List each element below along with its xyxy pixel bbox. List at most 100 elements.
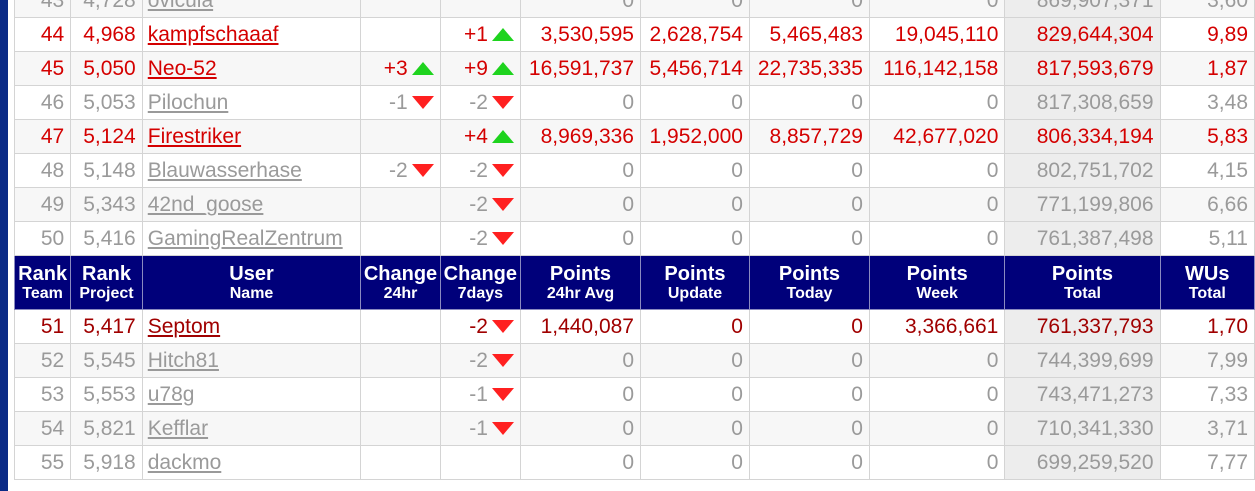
points-total-cell: 817,593,679 (1004, 51, 1161, 86)
column-header-points-total[interactable]: Points Total (1004, 255, 1161, 310)
points-total-cell: 743,471,273 (1004, 377, 1161, 412)
points-update-cell: 0 (640, 343, 750, 378)
column-header-rank-project[interactable]: Rank Project (70, 255, 143, 310)
points-24hr-avg-cell: 0 (519, 377, 642, 412)
user-name-link[interactable]: Neo-52 (148, 57, 217, 80)
user-name-cell: dackmo (141, 445, 362, 480)
column-header-wus-total[interactable]: WUs Total (1159, 255, 1255, 310)
wus-total-cell: 3,60 (1159, 0, 1255, 18)
rank-change-value: -1 (389, 90, 408, 114)
points-24hr-avg-cell: 0 (519, 221, 642, 256)
rank-change: -1 (469, 383, 514, 407)
column-header-subtitle: 24hr Avg (546, 284, 615, 302)
table-row: 50 5,416 GamingRealZentrum -2 0 0 0 0 761,387,49… (13, 221, 1255, 256)
column-header-points-week[interactable]: Points Week (868, 255, 1006, 310)
user-name-link[interactable]: Firestriker (148, 125, 241, 148)
column-header-points-update[interactable]: Points Update (640, 255, 750, 310)
wus-total-cell: 3,48 (1159, 85, 1255, 120)
rank-change: -2 (389, 159, 434, 183)
rank-project-cell: 4,728 (70, 0, 143, 18)
rank-change: +3 (384, 57, 434, 81)
user-name-link[interactable]: Kefflar (148, 417, 208, 440)
user-stats-table-container: 43 4,728 ovicula 0 0 0 0 869,907,371 3,60 44 4,968… (13, 0, 1255, 480)
rank-team-cell: 48 (13, 153, 72, 188)
points-update-cell: 0 (640, 445, 750, 480)
points-total-cell: 699,259,520 (1004, 445, 1161, 480)
change-7days-cell: +4 (439, 119, 521, 154)
rank-team-cell: 47 (13, 119, 72, 154)
user-name-link[interactable]: dackmo (148, 451, 222, 474)
wus-total-cell: 7,99 (1159, 343, 1255, 378)
points-24hr-avg-cell: 0 (519, 0, 642, 18)
column-header-title: Change (363, 262, 438, 285)
change-24hr-cell: -1 (360, 85, 441, 120)
rank-project-cell: 4,968 (70, 17, 143, 52)
rank-team-cell: 45 (13, 51, 72, 86)
points-week-cell: 0 (868, 187, 1006, 222)
rank-change-value: -2 (389, 158, 408, 182)
user-name-link[interactable]: kampfschaaaf (148, 23, 279, 46)
rank-team-cell: 44 (13, 17, 72, 52)
points-24hr-avg-cell: 0 (519, 411, 642, 446)
arrow-down-icon (491, 320, 514, 333)
points-today-cell: 0 (748, 377, 870, 412)
points-update-cell: 2,628,754 (640, 17, 750, 52)
rank-project-cell: 5,416 (70, 221, 143, 256)
user-name-link[interactable]: Hitch81 (148, 349, 219, 372)
user-name-cell: Kefflar (141, 411, 362, 446)
user-name-link[interactable]: 42nd_goose (148, 193, 264, 216)
change-7days-cell: -2 (439, 343, 521, 378)
points-today-cell: 0 (748, 445, 870, 480)
table-row: 51 5,417 Septom -2 1,440,087 0 0 3,366,661 761,3… (13, 309, 1255, 344)
points-update-cell: 5,456,714 (640, 51, 750, 86)
column-header-rank-team[interactable]: Rank Team (13, 255, 72, 310)
points-update-cell: 0 (640, 411, 750, 446)
change-7days-cell: -2 (439, 309, 521, 344)
user-name-link[interactable]: Blauwasserhase (148, 159, 302, 182)
rank-change-value: -2 (469, 158, 488, 182)
user-name-link[interactable]: Pilochun (148, 91, 229, 114)
arrow-down-icon (491, 232, 514, 245)
column-header-points-today[interactable]: Points Today (748, 255, 870, 310)
points-update-cell: 0 (640, 187, 750, 222)
points-week-cell: 0 (868, 377, 1006, 412)
column-header-user-name[interactable]: User Name (141, 255, 362, 310)
column-header-change-24hr[interactable]: Change 24hr (360, 255, 441, 310)
user-name-cell: kampfschaaaf (141, 17, 362, 52)
column-header-change-7days[interactable]: Change 7days (439, 255, 521, 310)
table-row: 48 5,148 Blauwasserhase -2 -2 0 0 0 0 802,751,702… (13, 153, 1255, 188)
points-24hr-avg-cell: 0 (519, 85, 642, 120)
wus-total-cell: 6,66 (1159, 187, 1255, 222)
change-7days-cell (439, 0, 521, 18)
user-name-link[interactable]: GamingRealZentrum (148, 227, 343, 250)
rank-project-cell: 5,148 (70, 153, 143, 188)
user-name-link[interactable]: u78g (148, 383, 195, 406)
points-24hr-avg-cell: 0 (519, 343, 642, 378)
rank-project-cell: 5,050 (70, 51, 143, 86)
points-today-cell: 0 (748, 343, 870, 378)
arrow-down-icon (491, 164, 514, 177)
column-header-points-24hr-avg[interactable]: Points 24hr Avg (519, 255, 642, 310)
column-header-subtitle: Project (79, 284, 134, 302)
rank-change-value: +1 (464, 22, 488, 46)
change-24hr-cell (360, 221, 441, 256)
column-header-title: Rank (18, 262, 68, 285)
rank-change: -2 (469, 91, 514, 115)
user-name-cell: Pilochun (141, 85, 362, 120)
table-row: 44 4,968 kampfschaaaf +1 3,530,595 2,628,754 5… (13, 17, 1255, 52)
rank-team-cell: 46 (13, 85, 72, 120)
points-24hr-avg-cell: 1,440,087 (519, 309, 642, 344)
rank-change-value: -1 (469, 382, 488, 406)
rank-project-cell: 5,553 (70, 377, 143, 412)
rank-project-cell: 5,545 (70, 343, 143, 378)
rank-change: +1 (464, 23, 514, 47)
left-accent-bar (0, 0, 8, 491)
user-name-cell: Firestriker (141, 119, 362, 154)
user-name-link[interactable]: ovicula (148, 0, 213, 12)
user-name-link[interactable]: Septom (148, 315, 220, 338)
points-today-cell: 0 (748, 187, 870, 222)
table-row: 52 5,545 Hitch81 -2 0 0 0 0 744,399,699 7,99 (13, 343, 1255, 378)
wus-total-cell: 3,71 (1159, 411, 1255, 446)
points-today-cell: 0 (748, 0, 870, 18)
rank-project-cell: 5,918 (70, 445, 143, 480)
